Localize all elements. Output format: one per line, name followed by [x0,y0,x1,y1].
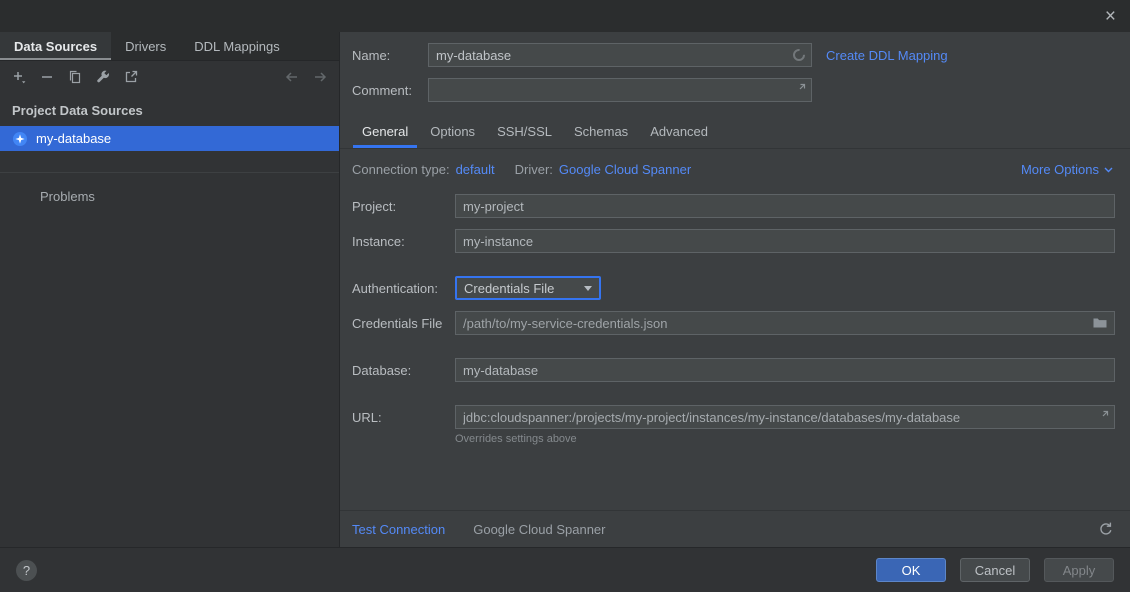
close-icon[interactable]: × [1105,7,1116,26]
expand-icon[interactable] [791,82,807,98]
dialog-buttons-bar: ? OK Cancel Apply [0,547,1130,592]
authentication-dropdown[interactable]: Credentials File [455,276,601,300]
database-input[interactable] [455,358,1115,382]
help-button[interactable]: ? [16,560,37,581]
project-label: Project: [352,199,455,214]
project-input[interactable] [455,194,1115,218]
credentials-input[interactable] [455,311,1115,335]
panel-spacer [352,445,1115,510]
create-ddl-mapping-link[interactable]: Create DDL Mapping [826,48,948,63]
ok-button[interactable]: OK [876,558,946,582]
forward-arrow-icon[interactable] [311,68,329,86]
url-hint: Overrides settings above [455,433,1115,445]
tab-general[interactable]: General [351,117,419,148]
authentication-field: Authentication: Credentials File [352,276,1115,300]
sidebar-divider [0,172,339,173]
test-connection-link[interactable]: Test Connection [352,522,445,537]
tab-ddl-mappings[interactable]: DDL Mappings [180,32,294,60]
comment-input[interactable] [428,78,812,102]
connection-row: Connection type: default Driver: Google … [352,149,1115,177]
expand-url-icon[interactable] [1094,409,1110,425]
data-sources-dialog: × Data Sources Drivers DDL Mappings [0,0,1130,592]
sidebar-item-problems[interactable]: Problems [0,189,339,204]
more-options-link[interactable]: More Options [1021,162,1113,177]
connection-type-value[interactable]: default [456,162,495,177]
add-icon[interactable] [10,68,28,86]
tab-data-sources[interactable]: Data Sources [0,32,111,60]
tab-ssh-ssl[interactable]: SSH/SSL [486,117,563,148]
dialog-body: Data Sources Drivers DDL Mappings [0,32,1130,547]
wrench-icon[interactable] [94,68,112,86]
apply-button[interactable]: Apply [1044,558,1114,582]
name-input-wrap [428,43,812,67]
driver-label: Driver: [515,162,553,177]
spanner-icon [12,131,28,147]
authentication-dropdown-value: Credentials File [464,281,554,296]
sidebar-tabs: Data Sources Drivers DDL Mappings [0,32,339,61]
settings-tabs: General Options SSH/SSL Schemas Advanced [351,117,1115,148]
back-arrow-icon[interactable] [283,68,301,86]
data-source-item-my-database[interactable]: my-database [0,126,339,151]
credentials-label: Credentials File [352,316,455,331]
connection-type-label: Connection type: [352,162,450,177]
config-panel: Name: Create DDL Mapping Comment: [340,32,1130,547]
loading-spinner-icon [791,47,807,63]
name-label: Name: [352,48,428,63]
name-row: Name: Create DDL Mapping [352,43,1115,67]
instance-field: Instance: [352,229,1115,253]
comment-input-wrap [428,78,812,102]
comment-row: Comment: [352,78,1115,102]
titlebar: × [0,0,1130,32]
tab-options[interactable]: Options [419,117,486,148]
tab-schemas[interactable]: Schemas [563,117,639,148]
revert-icon[interactable] [1097,520,1115,538]
driver-link[interactable]: Google Cloud Spanner [559,162,691,177]
instance-input[interactable] [455,229,1115,253]
open-in-window-icon[interactable] [122,68,140,86]
name-input[interactable] [428,43,812,67]
database-label: Database: [352,363,455,378]
instance-label: Instance: [352,234,455,249]
tab-drivers[interactable]: Drivers [111,32,180,60]
panel-footer: Test Connection Google Cloud Spanner [340,510,1130,547]
url-input[interactable] [455,405,1115,429]
duplicate-icon[interactable] [66,68,84,86]
url-label: URL: [352,410,455,425]
tab-advanced[interactable]: Advanced [639,117,719,148]
cancel-button[interactable]: Cancel [960,558,1030,582]
sidebar-toolbar [0,61,339,92]
sidebar: Data Sources Drivers DDL Mappings [0,32,340,547]
data-source-item-label: my-database [36,131,111,146]
url-field: URL: [352,405,1115,429]
project-data-sources-title: Project Data Sources [12,103,339,118]
database-field: Database: [352,358,1115,382]
project-field: Project: [352,194,1115,218]
credentials-field: Credentials File [352,311,1115,335]
dialog-buttons: OK Cancel Apply [876,558,1114,582]
config-panel-content: Name: Create DDL Mapping Comment: [340,32,1130,510]
dropdown-arrow-icon [584,286,592,291]
comment-label: Comment: [352,83,428,98]
chevron-down-icon [1104,167,1113,173]
footer-driver-name: Google Cloud Spanner [473,522,605,537]
more-options-label: More Options [1021,162,1099,177]
folder-icon[interactable] [1092,315,1108,331]
authentication-label: Authentication: [352,281,455,296]
remove-icon[interactable] [38,68,56,86]
